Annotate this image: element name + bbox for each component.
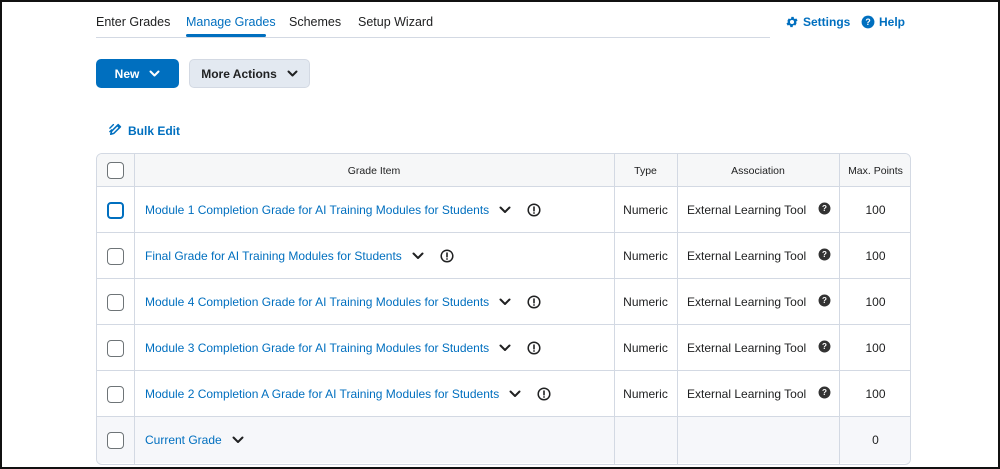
association-label: External Learning Tool (687, 249, 807, 263)
svg-text:?: ? (822, 342, 827, 351)
help-circle-icon[interactable]: ? (818, 294, 831, 310)
settings-link[interactable]: Settings (785, 15, 850, 29)
bulk-edit-label: Bulk Edit (128, 123, 181, 138)
table-row: Module 2 Completion A Grade for AI Train… (97, 371, 910, 417)
chevron-down-icon[interactable] (412, 252, 424, 260)
grade-item-link[interactable]: Module 2 Completion A Grade for AI Train… (145, 387, 499, 401)
association-label: External Learning Tool (687, 295, 807, 309)
table-row: Module 1 Completion Grade for AI Trainin… (97, 187, 910, 233)
type-cell: Numeric (623, 341, 668, 355)
bulk-edit-button[interactable]: Bulk Edit (109, 122, 180, 139)
max-points-cell: 100 (865, 341, 886, 355)
chevron-down-icon[interactable] (499, 344, 511, 352)
column-divider (839, 154, 840, 464)
grade-item-cell: Final Grade for AI Training Modules for … (145, 233, 454, 279)
grade-items-table: Grade Item Type Association Max. Points … (96, 153, 911, 465)
current-grade-link[interactable]: Current Grade (145, 433, 222, 447)
help-circle-icon[interactable]: ? (818, 340, 831, 356)
association-header: Association (731, 164, 785, 177)
more-actions-label: More Actions (201, 66, 277, 81)
tab-setup-wizard[interactable]: Setup Wizard (358, 15, 433, 29)
table-row: Final Grade for AI Training Modules for … (97, 233, 910, 279)
grade-item-header: Grade Item (347, 164, 401, 177)
row-checkbox[interactable] (107, 248, 124, 265)
association-label: External Learning Tool (687, 203, 807, 217)
grade-item-cell: Module 1 Completion Grade for AI Trainin… (145, 187, 541, 233)
row-checkbox[interactable] (107, 386, 124, 403)
row-checkbox[interactable] (107, 202, 124, 219)
alert-icon[interactable] (527, 295, 541, 309)
association-cell: External Learning Tool ? (687, 279, 837, 325)
association-cell: External Learning Tool ? (687, 233, 837, 279)
row-checkbox[interactable] (107, 340, 124, 357)
alert-icon[interactable] (537, 387, 551, 401)
help-circle-icon[interactable]: ? (818, 386, 831, 402)
max-points-cell: 100 (865, 249, 886, 263)
association-cell: External Learning Tool ? (687, 325, 837, 371)
chevron-down-icon[interactable] (499, 298, 511, 306)
grade-item-cell: Module 2 Completion A Grade for AI Train… (145, 371, 551, 417)
svg-text:?: ? (822, 296, 827, 305)
association-label: External Learning Tool (687, 341, 807, 355)
grade-item-link[interactable]: Module 4 Completion Grade for AI Trainin… (145, 295, 489, 309)
help-link[interactable]: ? Help (861, 15, 905, 29)
grade-item-link[interactable]: Module 1 Completion Grade for AI Trainin… (145, 203, 489, 217)
help-circle-icon[interactable]: ? (818, 248, 831, 264)
max-points-cell: 100 (865, 387, 886, 401)
type-cell: Numeric (623, 249, 668, 263)
tab-schemes[interactable]: Schemes (289, 15, 341, 29)
svg-text:?: ? (822, 388, 827, 397)
current-grade-row: Current Grade 0 (97, 417, 910, 463)
help-circle-icon[interactable]: ? (818, 202, 831, 218)
chevron-down-icon (149, 67, 160, 81)
column-divider (134, 154, 135, 464)
max-points-cell: 100 (865, 295, 886, 309)
help-circle-icon: ? (861, 15, 875, 29)
pencil-icon (109, 122, 123, 139)
grade-item-cell: Module 4 Completion Grade for AI Trainin… (145, 279, 541, 325)
grade-item-link[interactable]: Final Grade for AI Training Modules for … (145, 249, 402, 263)
row-checkbox[interactable] (107, 432, 124, 449)
type-header: Type (634, 164, 657, 177)
row-checkbox[interactable] (107, 294, 124, 311)
alert-icon[interactable] (527, 341, 541, 355)
svg-text:?: ? (822, 250, 827, 259)
chevron-down-icon (287, 67, 298, 81)
type-cell: Numeric (623, 203, 668, 217)
type-cell: Numeric (623, 295, 668, 309)
grade-item-link[interactable]: Module 3 Completion Grade for AI Trainin… (145, 341, 489, 355)
grade-item-cell: Current Grade (145, 417, 244, 463)
column-divider (677, 154, 678, 464)
chevron-down-icon[interactable] (509, 390, 521, 398)
max-points-header: Max. Points (848, 164, 903, 177)
settings-label: Settings (803, 15, 851, 29)
tab-enter-grades[interactable]: Enter Grades (96, 15, 170, 29)
association-cell: External Learning Tool ? (687, 371, 837, 417)
column-divider (614, 154, 615, 464)
max-points-cell: 100 (865, 203, 886, 217)
svg-text:?: ? (822, 204, 827, 213)
svg-text:?: ? (865, 17, 870, 27)
table-row: Module 3 Completion Grade for AI Trainin… (97, 325, 910, 371)
active-tab-indicator (186, 34, 266, 37)
grade-item-cell: Module 3 Completion Grade for AI Trainin… (145, 325, 541, 371)
association-cell: External Learning Tool ? (687, 187, 837, 233)
table-row: Module 4 Completion Grade for AI Trainin… (97, 279, 910, 325)
help-label: Help (879, 15, 906, 29)
tab-manage-grades[interactable]: Manage Grades (186, 15, 276, 29)
table-header-row: Grade Item Type Association Max. Points (97, 154, 910, 187)
alert-icon[interactable] (440, 249, 454, 263)
chevron-down-icon[interactable] (232, 436, 244, 444)
top-navigation: Enter Grades Manage Grades Schemes Setup… (96, 0, 770, 38)
new-button[interactable]: New (96, 59, 179, 88)
type-cell: Numeric (623, 387, 668, 401)
alert-icon[interactable] (527, 203, 541, 217)
association-label: External Learning Tool (687, 387, 807, 401)
max-points-cell: 0 (872, 433, 879, 447)
gear-icon (785, 15, 799, 29)
new-button-label: New (114, 66, 140, 81)
more-actions-button[interactable]: More Actions (189, 59, 310, 88)
chevron-down-icon[interactable] (499, 206, 511, 214)
select-all-checkbox[interactable] (107, 162, 124, 179)
